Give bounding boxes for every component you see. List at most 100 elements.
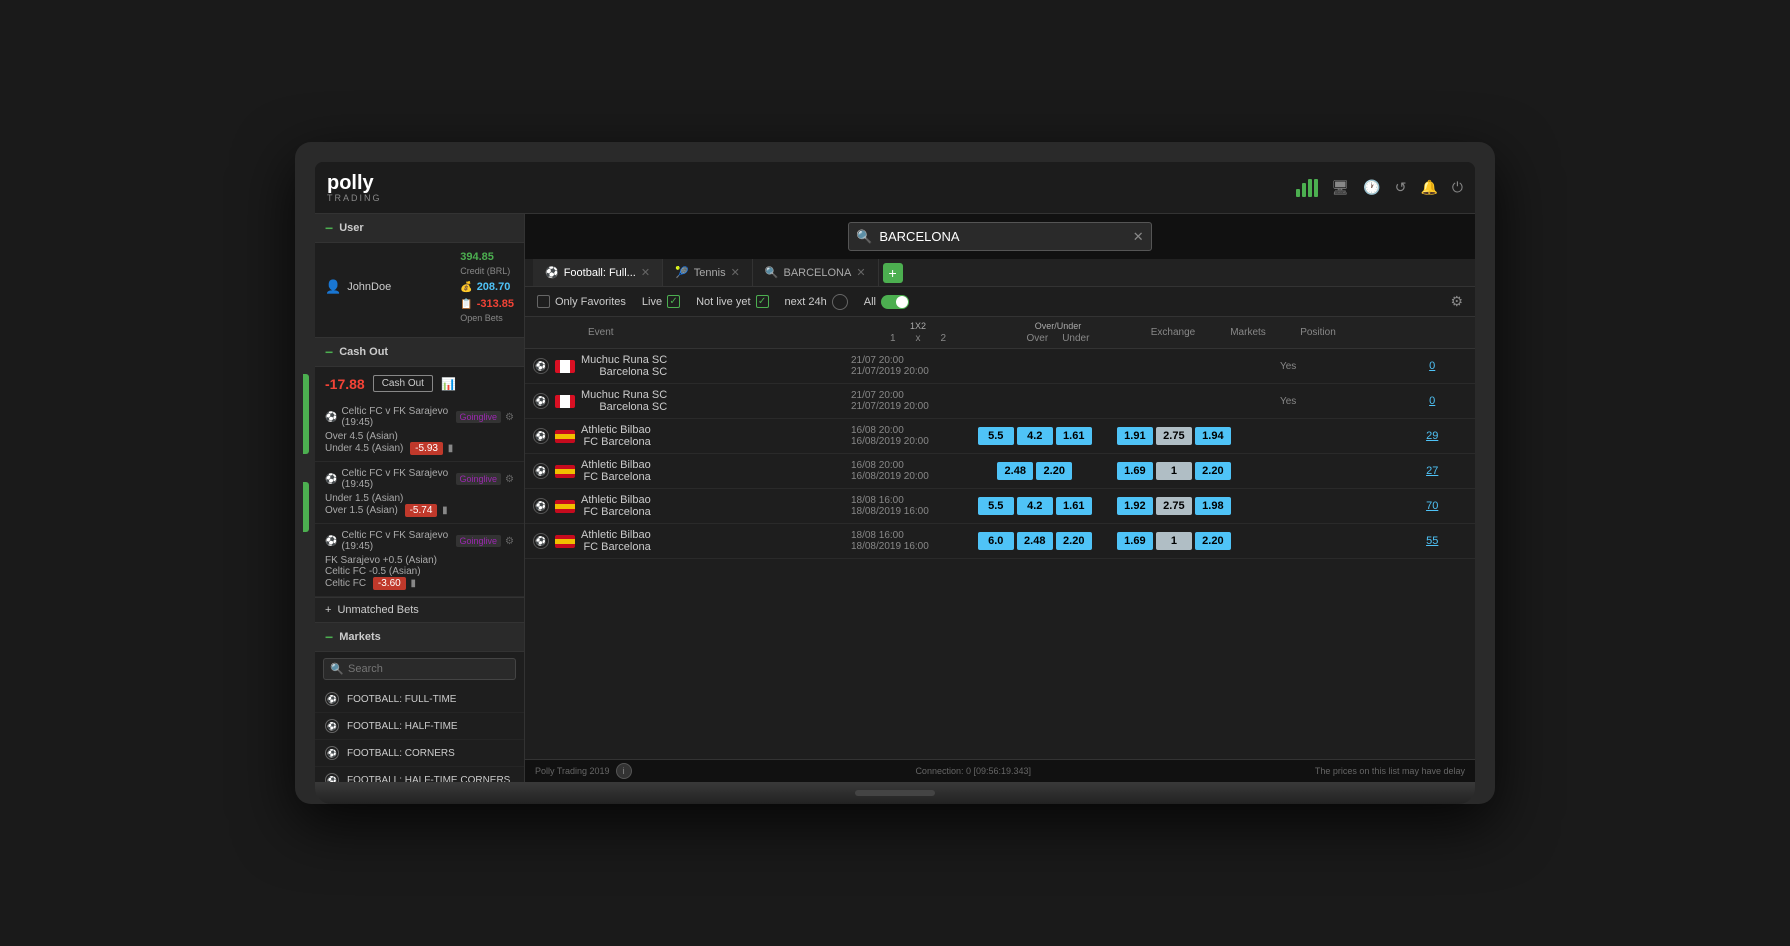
odds-x-3[interactable]: 2.20 (1036, 462, 1072, 480)
position-link-1[interactable]: 0 (1429, 395, 1435, 407)
user-section-header: − User (315, 214, 524, 243)
event-position-3: 27 (1397, 465, 1467, 477)
market-item-2[interactable]: ⚽ FOOTBALL: CORNERS (315, 740, 524, 767)
event-home-2: Athletic Bilbao (581, 424, 651, 436)
cashout-button[interactable]: Cash Out (373, 375, 433, 392)
global-search-input[interactable] (848, 222, 1151, 251)
filter-settings-icon[interactable]: ⚙ (1450, 293, 1463, 310)
all-toggle-knob (896, 296, 908, 308)
global-search-bar: 🔍 ✕ (525, 214, 1475, 259)
global-search-clear-icon[interactable]: ✕ (1133, 229, 1144, 245)
odds-mid-3[interactable]: 1 (1156, 462, 1192, 480)
event-row-2: ⚽ Athletic Bilbao FC Barcelona 16/08 20:… (525, 419, 1475, 454)
odds-x-4[interactable]: 4.2 (1017, 497, 1053, 515)
global-search-icon: 🔍 (856, 229, 872, 245)
market-item-0[interactable]: ⚽ FOOTBALL: FULL-TIME (315, 686, 524, 713)
bet-bar-icon-2[interactable]: ▮ (442, 505, 448, 516)
position-link-5[interactable]: 55 (1426, 535, 1438, 547)
odds-2-5[interactable]: 2.20 (1056, 532, 1092, 550)
odds-under-2[interactable]: 1.94 (1195, 427, 1231, 445)
event-teams-2: Athletic Bilbao FC Barcelona (581, 424, 651, 448)
bet-settings-icon-1[interactable]: ⚙ (505, 412, 514, 423)
tab-football-fulltime[interactable]: ⚽ Football: Full... ✕ (533, 259, 663, 286)
cashout-section-label: Cash Out (339, 346, 388, 358)
odds-over-5[interactable]: 1.69 (1117, 532, 1153, 550)
event-odds-ou-2: 1.91 2.75 1.94 (1099, 427, 1248, 445)
vol-bar-4 (1314, 179, 1318, 197)
odds-2-2[interactable]: 1.61 (1056, 427, 1092, 445)
position-link-3[interactable]: 27 (1426, 465, 1438, 477)
odds-mid-2[interactable]: 2.75 (1156, 427, 1192, 445)
next-24h-toggle[interactable] (832, 294, 848, 310)
power-icon[interactable]: ⏻ (1452, 179, 1463, 196)
header-markets: Markets (1213, 327, 1283, 338)
bet-bar-icon-3[interactable]: ▮ (410, 578, 416, 589)
event-date-5: 18/08 16:00 18/08/2019 16:00 (851, 530, 970, 552)
bet-bar-icon-1[interactable]: ▮ (448, 443, 454, 454)
odds-1-2[interactable]: 5.5 (978, 427, 1014, 445)
markets-collapse-btn[interactable]: − (325, 629, 333, 645)
position-link-0[interactable]: 0 (1429, 360, 1435, 372)
odds-over-2[interactable]: 1.91 (1117, 427, 1153, 445)
tab-tennis-close-icon[interactable]: ✕ (731, 266, 740, 279)
bet-settings-icon-3[interactable]: ⚙ (505, 536, 514, 547)
market-icon-2: ⚽ (325, 746, 339, 760)
header-1x2-group: 1X2 1 x 2 (853, 321, 983, 344)
only-favorites-label: Only Favorites (555, 296, 626, 308)
unmatched-bets-section[interactable]: + Unmatched Bets (315, 598, 524, 623)
openbets-label: Open Bets (460, 313, 503, 323)
add-tab-button[interactable]: + (883, 263, 903, 283)
sport-icon-3: ⚽ (533, 463, 549, 479)
user-collapse-btn[interactable]: − (325, 220, 333, 236)
odds-1-4[interactable]: 5.5 (978, 497, 1014, 515)
filter-only-favorites[interactable]: Only Favorites (537, 295, 626, 308)
cashout-collapse-btn[interactable]: − (325, 344, 333, 360)
odds-under-3[interactable]: 2.20 (1195, 462, 1231, 480)
event-row-3: ⚽ Athletic Bilbao FC Barcelona 16/08 20:… (525, 454, 1475, 489)
bet-tag-1: Goinglive (456, 411, 502, 423)
market-item-1[interactable]: ⚽ FOOTBALL: HALF-TIME (315, 713, 524, 740)
bet-line2-3: Celtic FC -0.5 (Asian) (325, 566, 514, 577)
odds-2-4[interactable]: 1.61 (1056, 497, 1092, 515)
odds-1-5[interactable]: 6.0 (978, 532, 1014, 550)
alert-icon[interactable]: 🔔 (1420, 179, 1437, 196)
odds-over-4[interactable]: 1.92 (1117, 497, 1153, 515)
clock-icon[interactable]: 🕐 (1363, 179, 1380, 196)
filter-next-24h[interactable]: next 24h (785, 294, 848, 310)
filter-not-live-yet[interactable]: Not live yet ✓ (696, 295, 768, 308)
markets-search-input[interactable] (323, 658, 516, 680)
app-logo: polly TRADING (327, 173, 382, 203)
odds-mid-5[interactable]: 1 (1156, 532, 1192, 550)
history-icon[interactable]: ↺ (1395, 179, 1407, 196)
all-toggle[interactable] (881, 295, 909, 309)
monitor-icon[interactable]: 🖥 (1332, 179, 1350, 196)
not-live-yet-checkmark[interactable]: ✓ (756, 295, 769, 308)
odds-over-3[interactable]: 1.69 (1117, 462, 1153, 480)
filter-live[interactable]: Live ✓ (642, 295, 680, 308)
market-item-3[interactable]: ⚽ FOOTBALL: HALF-TIME CORNERS (315, 767, 524, 782)
event-position-1: 0 (1397, 395, 1467, 407)
flag-es-5 (555, 535, 575, 548)
position-link-2[interactable]: 29 (1426, 430, 1438, 442)
market-label-1: FOOTBALL: HALF-TIME (347, 721, 458, 732)
tab-barcelona[interactable]: 🔍 BARCELONA ✕ (753, 259, 879, 286)
tab-tennis[interactable]: 🎾 Tennis ✕ (663, 259, 753, 286)
position-link-4[interactable]: 70 (1426, 500, 1438, 512)
live-checkmark[interactable]: ✓ (667, 295, 680, 308)
tab-football-close-icon[interactable]: ✕ (641, 266, 650, 279)
event-home-3: Athletic Bilbao (581, 459, 651, 471)
event-date-1: 21/07 20:00 21/07/2019 20:00 (851, 390, 970, 412)
odds-under-4[interactable]: 1.98 (1195, 497, 1231, 515)
event-away-5: FC Barcelona (581, 541, 651, 553)
odds-under-5[interactable]: 2.20 (1195, 532, 1231, 550)
cashout-section: − Cash Out -17.88 Cash Out 📊 ⚽ (315, 338, 524, 598)
odds-1-3[interactable]: 2.48 (997, 462, 1033, 480)
tab-barcelona-close-icon[interactable]: ✕ (856, 266, 865, 279)
bet-settings-icon-2[interactable]: ⚙ (505, 474, 514, 485)
event-left-1: ⚽ Muchuc Runa SC Barcelona SC (533, 389, 851, 413)
odds-x-2[interactable]: 4.2 (1017, 427, 1053, 445)
odds-x-5[interactable]: 2.48 (1017, 532, 1053, 550)
only-favorites-checkbox[interactable] (537, 295, 550, 308)
filter-all[interactable]: All (864, 295, 909, 309)
odds-mid-4[interactable]: 2.75 (1156, 497, 1192, 515)
